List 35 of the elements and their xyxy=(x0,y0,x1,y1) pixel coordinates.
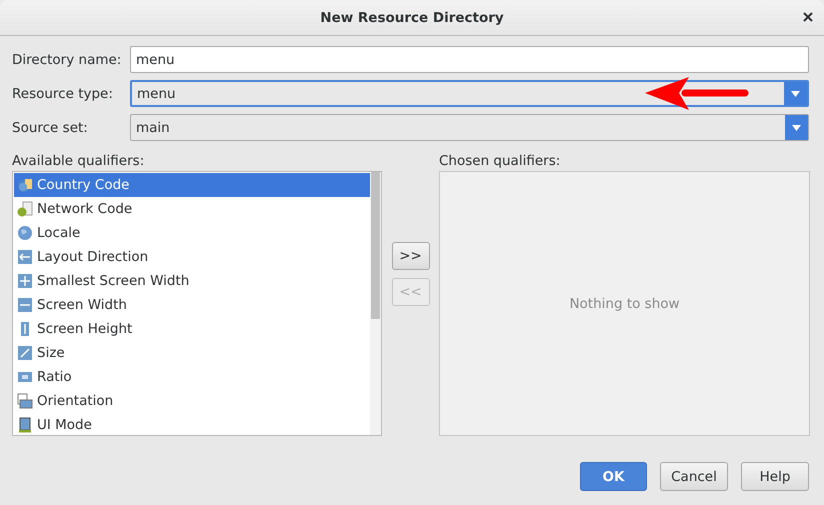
help-button[interactable]: Help xyxy=(741,462,809,491)
field-label: Directory name: xyxy=(12,52,122,68)
qualifier-item[interactable]: Country Code xyxy=(14,173,370,197)
field-label: Resource type: xyxy=(12,86,114,102)
empty-message: Nothing to show xyxy=(569,296,680,312)
sim-card-icon xyxy=(17,201,33,217)
field-label: Source set: xyxy=(12,120,89,136)
qualifier-item[interactable]: Orientation xyxy=(14,389,370,413)
globe-icon xyxy=(17,177,33,193)
window-title: New Resource Directory xyxy=(320,10,504,26)
cancel-button[interactable]: Cancel xyxy=(660,462,728,491)
ratio-icon xyxy=(17,369,33,385)
chosen-qualifiers-label: Chosen qualifiers: xyxy=(439,153,562,171)
qualifier-item[interactable]: Screen Height xyxy=(14,317,370,341)
qualifier-item[interactable]: Ratio xyxy=(14,365,370,389)
qualifier-item[interactable]: Size xyxy=(14,341,370,365)
qualifier-item[interactable]: UI Mode xyxy=(14,413,370,435)
qualifier-item[interactable]: Smallest Screen Width xyxy=(14,269,370,293)
qualifier-item[interactable]: Network Code xyxy=(14,197,370,221)
qualifier-item[interactable]: Layout Direction xyxy=(14,245,370,269)
dropdown-field[interactable]: menu xyxy=(130,80,809,107)
globe-icon xyxy=(17,225,33,241)
device-icon xyxy=(17,417,33,433)
dropdown-field[interactable]: main xyxy=(130,114,809,141)
orientation-icon xyxy=(17,393,33,409)
qualifier-item[interactable]: Locale xyxy=(14,221,370,245)
dropdown-arrow-icon[interactable] xyxy=(792,124,801,130)
input-field[interactable]: menu xyxy=(130,46,809,73)
available-qualifiers-label: Available qualifiers: xyxy=(12,153,146,171)
add-button[interactable]: >> xyxy=(392,242,430,270)
dropdown-arrow-icon[interactable] xyxy=(791,90,800,96)
scrollbar[interactable] xyxy=(370,172,381,435)
qualifier-item[interactable]: Screen Width xyxy=(14,293,370,317)
close-icon[interactable] xyxy=(803,12,813,22)
ok-button[interactable]: OK xyxy=(580,462,647,491)
